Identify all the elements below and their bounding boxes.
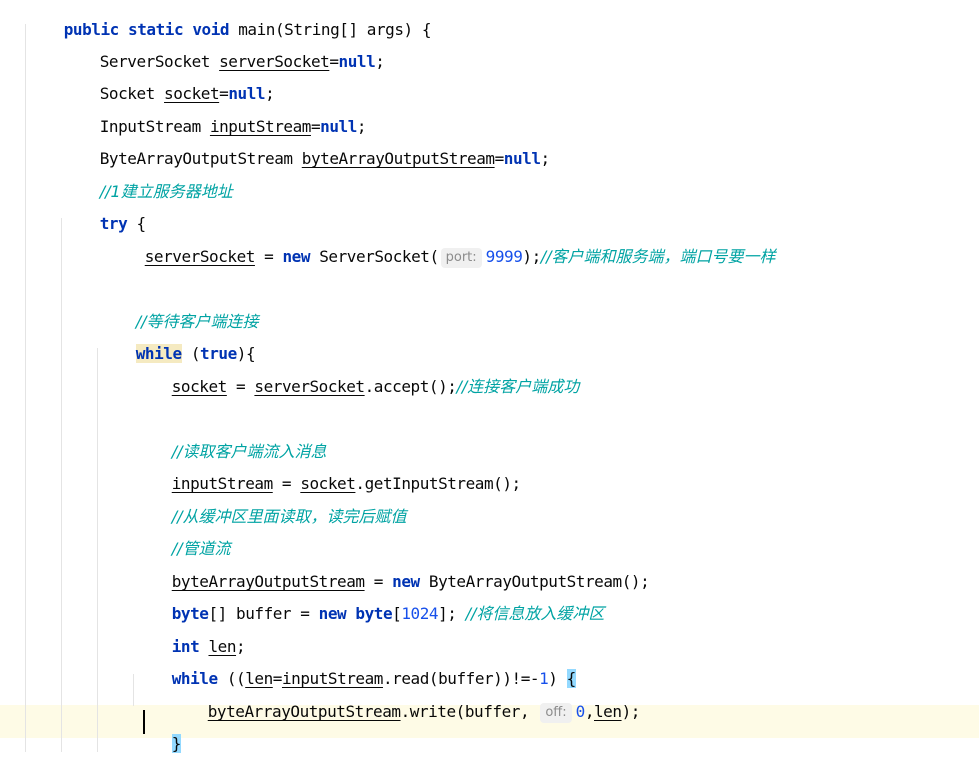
code-line-8[interactable]: serverSocket = new ServerSocket(port: 999… bbox=[108, 224, 776, 268]
operator: = bbox=[254, 247, 283, 266]
code-line-12[interactable]: //读取客户端流入消息 bbox=[135, 419, 327, 461]
punct: ); bbox=[522, 247, 541, 266]
variable: serverSocket bbox=[144, 247, 256, 266]
code-line-19[interactable]: while ((len=inputStream.read(buffer))!=-… bbox=[135, 646, 576, 688]
code-line-20[interactable]: byteArrayOutputStream.write(buffer, off:… bbox=[171, 679, 640, 723]
code-line-5[interactable]: ByteArrayOutputStream byteArrayOutputStr… bbox=[63, 126, 550, 168]
code-line-3[interactable]: Socket socket=null; bbox=[63, 61, 275, 103]
constructor-call: ServerSocket( bbox=[310, 247, 439, 266]
keyword: new bbox=[282, 247, 311, 266]
variable: byteArrayOutputStream bbox=[301, 149, 495, 168]
code-editor[interactable]: public static void main(String[] args) {… bbox=[0, 0, 979, 753]
number-literal: 9999 bbox=[485, 247, 523, 266]
variable: socket bbox=[171, 377, 228, 396]
comment: //连接客户端成功 bbox=[456, 377, 580, 396]
parameter-hint: off: bbox=[540, 703, 572, 723]
comment: //客户端和服务端，端口号要一样 bbox=[540, 247, 776, 266]
parameter-hint: port: bbox=[440, 248, 482, 268]
code-line-10[interactable]: while (true){ bbox=[99, 321, 256, 363]
code-line-11[interactable]: socket = serverSocket.accept();//连接客户端成功 bbox=[135, 354, 580, 396]
code-line-15[interactable]: //管道流 bbox=[135, 516, 231, 558]
method-call: .write(buffer, bbox=[400, 702, 539, 721]
code-line-17[interactable]: byte[] buffer = new byte[1024]; //将信息放入缓… bbox=[135, 581, 605, 623]
operator: = bbox=[494, 149, 505, 168]
keyword: byte bbox=[355, 604, 393, 623]
method-call: .accept(); bbox=[364, 377, 457, 396]
code-line-16[interactable]: byteArrayOutputStream = new ByteArrayOut… bbox=[135, 549, 650, 591]
indent-guide bbox=[25, 24, 26, 752]
keyword: new bbox=[318, 604, 347, 623]
punct: ; bbox=[375, 52, 385, 71]
operator: = bbox=[226, 377, 255, 396]
variable: len bbox=[594, 702, 622, 721]
code-line-21[interactable]: } bbox=[135, 711, 181, 753]
keyword: null bbox=[338, 52, 376, 71]
code-line-9[interactable]: //等待客户端连接 bbox=[99, 289, 259, 331]
operator: = bbox=[329, 52, 339, 71]
number-literal: 1024 bbox=[401, 604, 439, 623]
code-line-6[interactable]: //1建立服务器地址 bbox=[63, 159, 233, 201]
punct: [ bbox=[392, 604, 402, 623]
matched-brace: } bbox=[171, 734, 181, 753]
indent-guide bbox=[97, 348, 98, 752]
code-line-1[interactable]: public static void main(String[] args) { bbox=[27, 0, 432, 39]
variable: byteArrayOutputStream bbox=[207, 702, 401, 721]
punct: ); bbox=[621, 702, 641, 721]
code-line-13[interactable]: inputStream = socket.getInputStream(); bbox=[135, 451, 521, 493]
code-line-7[interactable]: try { bbox=[63, 191, 146, 233]
punct: , bbox=[584, 702, 595, 721]
indent-guide bbox=[61, 218, 62, 752]
punct: ]; bbox=[438, 604, 466, 623]
punct: ; bbox=[540, 149, 551, 168]
code-line-4[interactable]: InputStream inputStream=null; bbox=[63, 94, 367, 136]
text-caret bbox=[143, 710, 145, 734]
indent-guide bbox=[133, 674, 134, 706]
comment: //将信息放入缓冲区 bbox=[465, 604, 605, 623]
number-literal: 0 bbox=[575, 702, 586, 721]
keyword: null bbox=[503, 149, 541, 168]
code-line-14[interactable]: //从缓冲区里面读取，读完后赋值 bbox=[135, 484, 407, 526]
code-line-2[interactable]: ServerSocket serverSocket=null; bbox=[63, 29, 385, 71]
code-line-18[interactable]: int len; bbox=[135, 614, 246, 656]
variable: serverSocket bbox=[254, 377, 365, 396]
